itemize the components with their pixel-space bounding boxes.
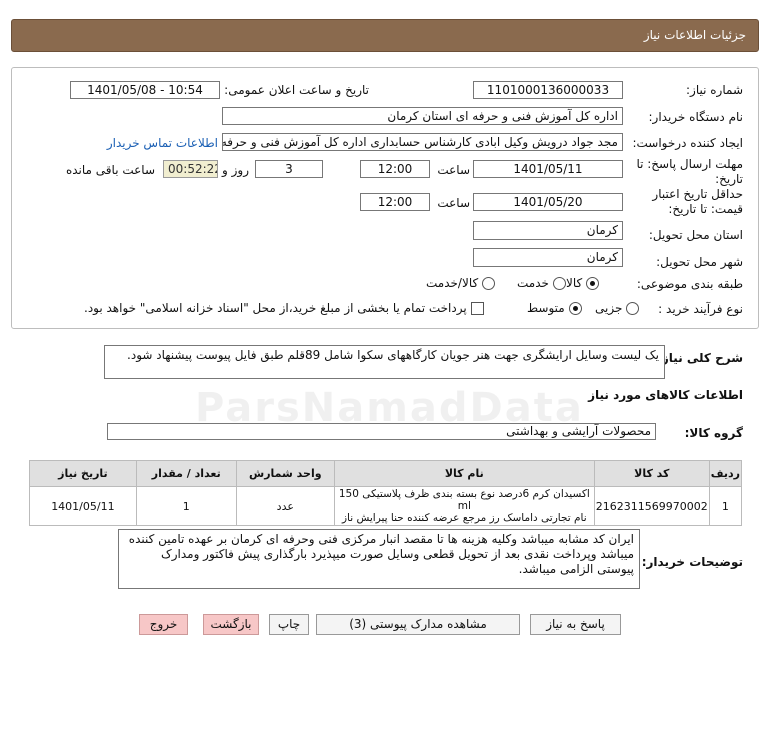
validity-date-field[interactable]: 1401/05/20 [473,193,623,211]
summary-text: یک لیست وسایل ارایشگری جهت هنر جویان کار… [104,345,665,379]
buyer-contact-link[interactable]: اطلاعات تماس خریدار [107,136,218,150]
announce-label: تاریخ و ساعت اعلان عمومی: [224,83,369,97]
category-label: طبقه بندی موضوعی: [636,277,743,291]
process-label: نوع فرآیند خرید : [658,302,743,316]
table-row: 1 2162311569970002 اکسیدان کرم 6درصد نوع… [29,486,743,526]
row-name-line1: اکسیدان کرم 6درصد نوع بسته بندی ظرف پلاس… [338,488,590,512]
radio-icon[interactable] [552,277,566,290]
reply-button[interactable]: پاسخ به نیاز [530,614,621,635]
category-option-service[interactable]: خدمت [517,276,566,290]
page-header: جزئیات اطلاعات نیاز [11,19,759,52]
deadline-label-date: تاریخ: [715,172,743,186]
radio-icon[interactable] [482,277,496,290]
exit-button[interactable]: خروج [139,614,188,635]
days-label: روز و [222,163,249,177]
requester-label: ایجاد کننده درخواست: [632,136,743,150]
view-attachments-button[interactable]: مشاهده مدارک پیوستی (3) [316,614,520,635]
validity-time-field[interactable]: 12:00 [360,193,430,211]
buyer-field[interactable]: اداره کل آموزش فنی و حرفه ای استان کرمان [222,107,623,125]
deadline-date-field[interactable]: 1401/05/11 [473,160,623,178]
radio-selected-icon[interactable] [586,277,600,290]
province-label: استان محل تحویل: [648,228,743,242]
col-date: تاریخ نیاز [29,460,137,487]
need-number-field[interactable]: 1101000136000033 [473,81,623,99]
col-index: ردیف [708,460,743,487]
row-qty: 1 [135,486,237,526]
row-index: 1 [708,486,743,526]
deadline-time-label: ساعت [437,163,470,177]
announce-field[interactable]: 1401/05/08 - 10:54 [70,81,220,99]
back-button[interactable]: بازگشت [203,614,259,635]
col-name: نام کالا [333,460,595,487]
goods-table: ردیف کد کالا نام کالا واحد شمارش تعداد /… [29,460,743,526]
row-name-line2: نام تجارتی داماسک رز مرجع عرضه کننده حنا… [341,512,587,524]
deadline-label: مهلت ارسال پاسخ: تا [636,157,743,171]
radio-selected-icon[interactable] [568,302,582,315]
page-title: جزئیات اطلاعات نیاز [643,28,746,42]
row-code: 2162311569970002 [593,486,710,526]
deadline-time-field[interactable]: 12:00 [360,160,430,178]
checkbox-icon[interactable] [470,302,484,315]
notes-label: توضیحات خریدار: [641,555,743,569]
need-number-label: شماره نیاز: [686,83,743,97]
row-unit: عدد [235,486,335,526]
row-name: اکسیدان کرم 6درصد نوع بسته بندی ظرف پلاس… [333,486,595,526]
validity-time-label: ساعت [437,196,470,210]
col-unit: واحد شمارش [235,460,335,487]
col-code: کد کالا [593,460,710,487]
city-field[interactable]: کرمان [473,248,623,267]
summary-label: شرح کلی نیاز: [657,351,743,365]
remaining-timer: 00:52:22 [163,160,218,178]
remaining-label: ساعت باقی مانده [65,163,155,177]
process-option-medium[interactable]: متوسط [527,301,582,315]
process-option-minor[interactable]: جزیی [595,301,640,315]
goods-section-title: اطلاعات کالاهای مورد نیاز [588,388,743,402]
category-option-goods[interactable]: کالا [566,276,600,290]
print-button[interactable]: چاپ [269,614,309,635]
buyer-label: نام دستگاه خریدار: [648,110,744,124]
province-field[interactable]: کرمان [473,221,623,240]
radio-icon[interactable] [626,302,640,315]
validity-label-date: قیمت: تا تاریخ: [668,202,743,216]
validity-label: حداقل تاریخ اعتبار [652,187,743,201]
row-date: 1401/05/11 [29,486,137,526]
goods-group-field[interactable]: محصولات آرایشی و بهداشتی [107,423,656,440]
notes-text: ایران کد مشابه میباشد وکلیه هزینه ها تا … [118,529,640,589]
requester-field[interactable]: مجد جواد درویش وکیل ابادی کارشناس حسابدا… [222,133,623,151]
days-field[interactable]: 3 [255,160,323,178]
category-option-goods-service[interactable]: کالا/خدمت [426,276,496,290]
treasury-payment-option[interactable]: پرداخت تمام یا بخشی از مبلغ خرید،از محل … [84,301,484,315]
col-qty: تعداد / مقدار [135,460,237,487]
city-label: شهر محل تحویل: [656,255,743,269]
goods-group-label: گروه کالا: [684,426,743,440]
